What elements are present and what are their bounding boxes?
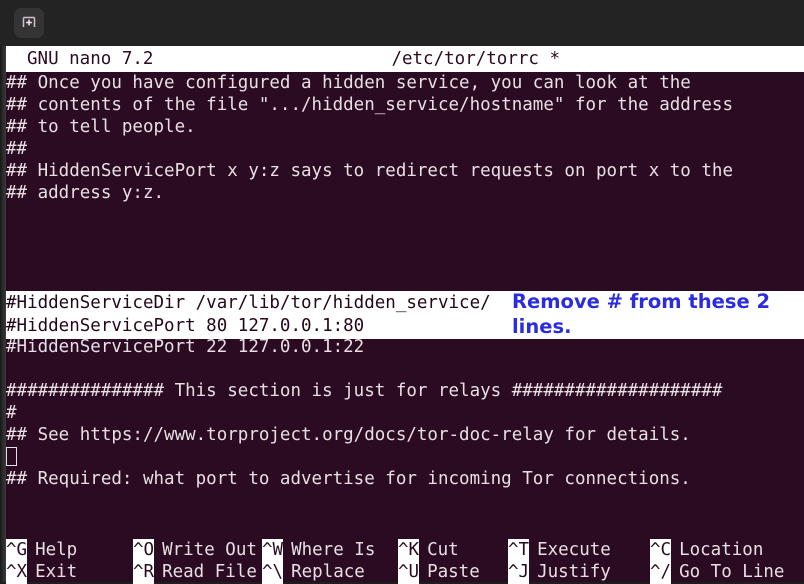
editor-line: # xyxy=(6,403,17,423)
shortcut-justify[interactable]: ^J Justify xyxy=(508,561,611,584)
editor-line: ## Required: what port to advertise for … xyxy=(6,469,691,489)
shortcut-read-file[interactable]: ^R Read File xyxy=(133,561,257,584)
editor-line: ## HiddenServicePort x y:z says to redir… xyxy=(6,161,733,181)
editor-line: ## Once you have configured a hidden ser… xyxy=(6,73,691,93)
editor-line xyxy=(6,446,804,468)
nano-editor-area[interactable]: ## Once you have configured a hidden ser… xyxy=(0,72,804,490)
shortcut-label: Cut xyxy=(427,540,459,560)
shortcut-key: ^U xyxy=(398,561,420,584)
new-tab-plus-icon xyxy=(20,14,38,32)
text-cursor xyxy=(6,447,17,466)
editor-line-highlighted: #HiddenServicePort 80 127.0.0.1:80 xyxy=(6,316,365,336)
shortcut-execute[interactable]: ^T Execute xyxy=(508,539,611,562)
shortcut-key: ^G xyxy=(6,539,28,562)
shortcut-row-1: ^G Help ^O Write Out ^W Where Is ^K Cut ^T Execut… xyxy=(0,539,804,562)
window-titlebar xyxy=(0,0,804,46)
window-left-edge xyxy=(0,46,6,582)
highlighted-config-lines: #HiddenServiceDir /var/lib/tor/hidden_se… xyxy=(6,292,526,338)
shortcut-label: Read File xyxy=(162,562,257,582)
shortcut-location[interactable]: ^C Location xyxy=(650,539,764,562)
shortcut-go-to-line[interactable]: ^/ Go To Line xyxy=(650,561,785,584)
terminal-window[interactable]: GNU nano 7.2/etc/tor/torrc * ## Once you… xyxy=(0,46,804,584)
shortcut-key: ^X xyxy=(6,561,28,584)
shortcut-label: Paste xyxy=(427,562,480,582)
nano-filename-label: /etc/tor/torrc * xyxy=(391,49,561,69)
shortcut-label: Location xyxy=(679,540,764,560)
editor-line: ## xyxy=(6,139,28,159)
shortcut-write-out[interactable]: ^O Write Out xyxy=(133,539,257,562)
shortcut-label: Justify xyxy=(537,562,611,582)
shortcut-key: ^\ xyxy=(262,561,284,584)
shortcut-key: ^C xyxy=(650,539,672,562)
shortcut-label: Where Is xyxy=(291,540,376,560)
shortcut-key: ^/ xyxy=(650,561,672,584)
new-tab-button[interactable] xyxy=(14,8,44,38)
editor-line: ## contents of the file ".../hidden_serv… xyxy=(6,95,733,115)
shortcut-label: Replace xyxy=(291,562,365,582)
editor-line: ## address y:z. xyxy=(6,183,165,203)
shortcut-help[interactable]: ^G Help xyxy=(6,539,78,562)
shortcut-key: ^O xyxy=(133,539,155,562)
nano-title-bar: GNU nano 7.2/etc/tor/torrc * xyxy=(0,46,804,72)
annotation-text: Remove # from these 2 lines. xyxy=(512,290,771,338)
editor-line-highlighted: #HiddenServiceDir /var/lib/tor/hidden_se… xyxy=(6,293,491,313)
shortcut-where-is[interactable]: ^W Where Is xyxy=(262,539,376,562)
shortcut-key: ^T xyxy=(508,539,530,562)
shortcut-label: Write Out xyxy=(162,540,257,560)
shortcut-key: ^J xyxy=(508,561,530,584)
shortcut-row-2: ^X Exit ^R Read File ^\ Replace ^U Paste ^J Justi… xyxy=(0,561,804,584)
shortcut-label: Exit xyxy=(35,562,78,582)
editor-line: #HiddenServicePort 22 127.0.0.1:22 xyxy=(6,337,365,357)
editor-line: ## See https://www.torproject.org/docs/t… xyxy=(6,425,691,445)
editor-line: ## to tell people. xyxy=(6,117,196,137)
shortcut-exit[interactable]: ^X Exit xyxy=(6,561,78,584)
shortcut-cut[interactable]: ^K Cut xyxy=(398,539,459,562)
shortcut-label: Go To Line xyxy=(679,562,785,582)
shortcut-key: ^R xyxy=(133,561,155,584)
shortcut-label: Execute xyxy=(537,540,611,560)
nano-version-label: GNU nano 7.2 xyxy=(27,49,154,69)
shortcut-replace[interactable]: ^\ Replace xyxy=(262,561,365,584)
shortcut-key: ^W xyxy=(262,539,284,562)
shortcut-paste[interactable]: ^U Paste xyxy=(398,561,480,584)
nano-shortcut-bar: ^G Help ^O Write Out ^W Where Is ^K Cut ^T Execut… xyxy=(0,539,804,584)
editor-line: ############### This section is just for… xyxy=(6,381,723,401)
shortcut-label: Help xyxy=(35,540,78,560)
shortcut-key: ^K xyxy=(398,539,420,562)
